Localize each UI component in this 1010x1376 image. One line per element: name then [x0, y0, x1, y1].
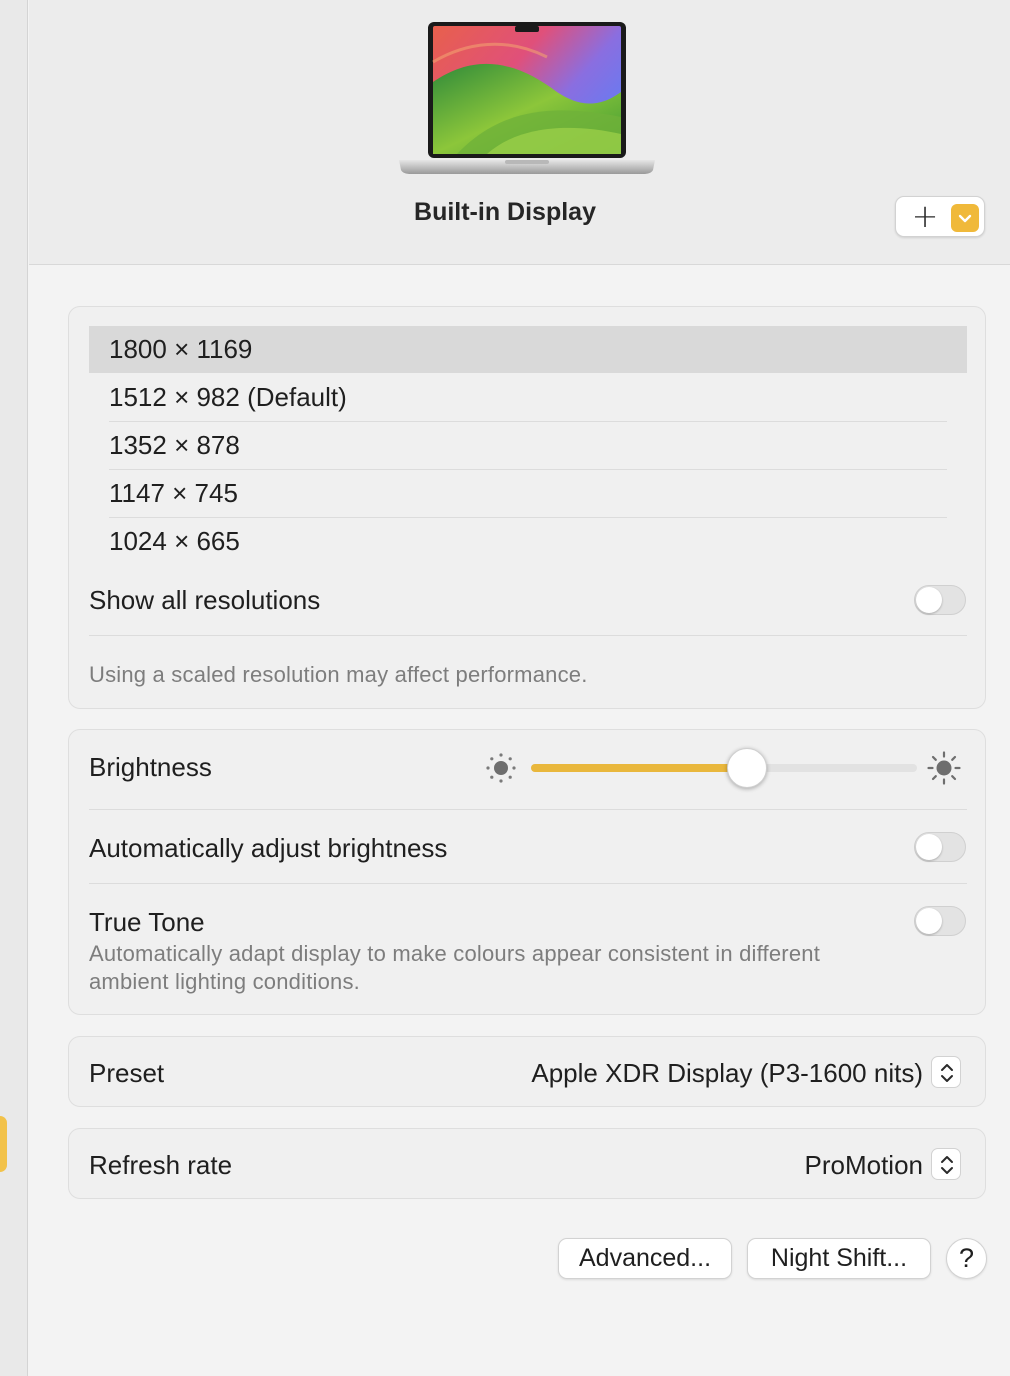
auto-brightness-label: Automatically adjust brightness — [89, 833, 448, 863]
up-down-chevron-icon[interactable] — [931, 1056, 961, 1088]
up-down-chevron-icon[interactable] — [931, 1148, 961, 1180]
brightness-slider[interactable] — [531, 748, 917, 788]
auto-brightness-toggle[interactable] — [914, 832, 966, 862]
show-all-resolutions-toggle[interactable] — [914, 585, 966, 615]
resolution-option[interactable]: 1147 × 745 — [89, 470, 947, 517]
divider — [89, 635, 967, 636]
show-all-resolutions-label: Show all resolutions — [89, 585, 321, 615]
sun-small-icon — [486, 753, 516, 783]
sun-large-icon — [927, 751, 961, 785]
brightness-label: Brightness — [89, 752, 212, 782]
performance-note: Using a scaled resolution may affect per… — [89, 662, 588, 687]
divider — [89, 809, 967, 810]
resolution-option[interactable]: 1024 × 665 — [89, 518, 947, 565]
brightness-panel: Brightness Automatically adjust brightne… — [68, 729, 986, 1015]
resolution-panel: 1800 × 1169 1512 × 982 (Default) 1352 × … — [68, 306, 986, 709]
resolution-option[interactable]: 1512 × 982 (Default) — [89, 374, 947, 421]
display-title: Built-in Display — [414, 198, 596, 226]
help-button[interactable]: ? — [946, 1238, 987, 1279]
true-tone-description: ambient lighting conditions. — [89, 969, 360, 994]
refresh-rate-label: Refresh rate — [89, 1150, 233, 1180]
night-shift-button[interactable]: Night Shift... — [747, 1238, 931, 1279]
chevron-down-icon[interactable] — [951, 204, 979, 232]
toggle-knob — [916, 908, 942, 934]
add-display-button[interactable]: + — [895, 196, 985, 237]
refresh-rate-value[interactable]: ProMotion — [805, 1150, 924, 1181]
laptop-display-icon[interactable] — [397, 22, 657, 178]
true-tone-description: Automatically adapt display to make colo… — [89, 941, 821, 966]
plus-icon: + — [911, 197, 939, 235]
preset-label: Preset — [89, 1058, 165, 1088]
refresh-rate-panel: Refresh rate ProMotion — [68, 1128, 986, 1199]
toggle-knob — [916, 587, 942, 613]
resolution-option[interactable]: 1352 × 878 — [89, 422, 947, 469]
preset-panel: Preset Apple XDR Display (P3-1600 nits) — [68, 1036, 986, 1107]
advanced-button[interactable]: Advanced... — [558, 1238, 732, 1279]
true-tone-label: True Tone — [89, 907, 205, 937]
brightness-slider-fill — [531, 764, 748, 772]
brightness-slider-knob[interactable] — [727, 748, 768, 788]
true-tone-toggle[interactable] — [914, 906, 966, 936]
divider — [89, 883, 967, 884]
preset-value[interactable]: Apple XDR Display (P3-1600 nits) — [531, 1058, 923, 1089]
sidebar-selected-item[interactable] — [0, 1116, 7, 1172]
resolution-option[interactable]: 1800 × 1169 — [89, 326, 967, 373]
toggle-knob — [916, 834, 942, 860]
